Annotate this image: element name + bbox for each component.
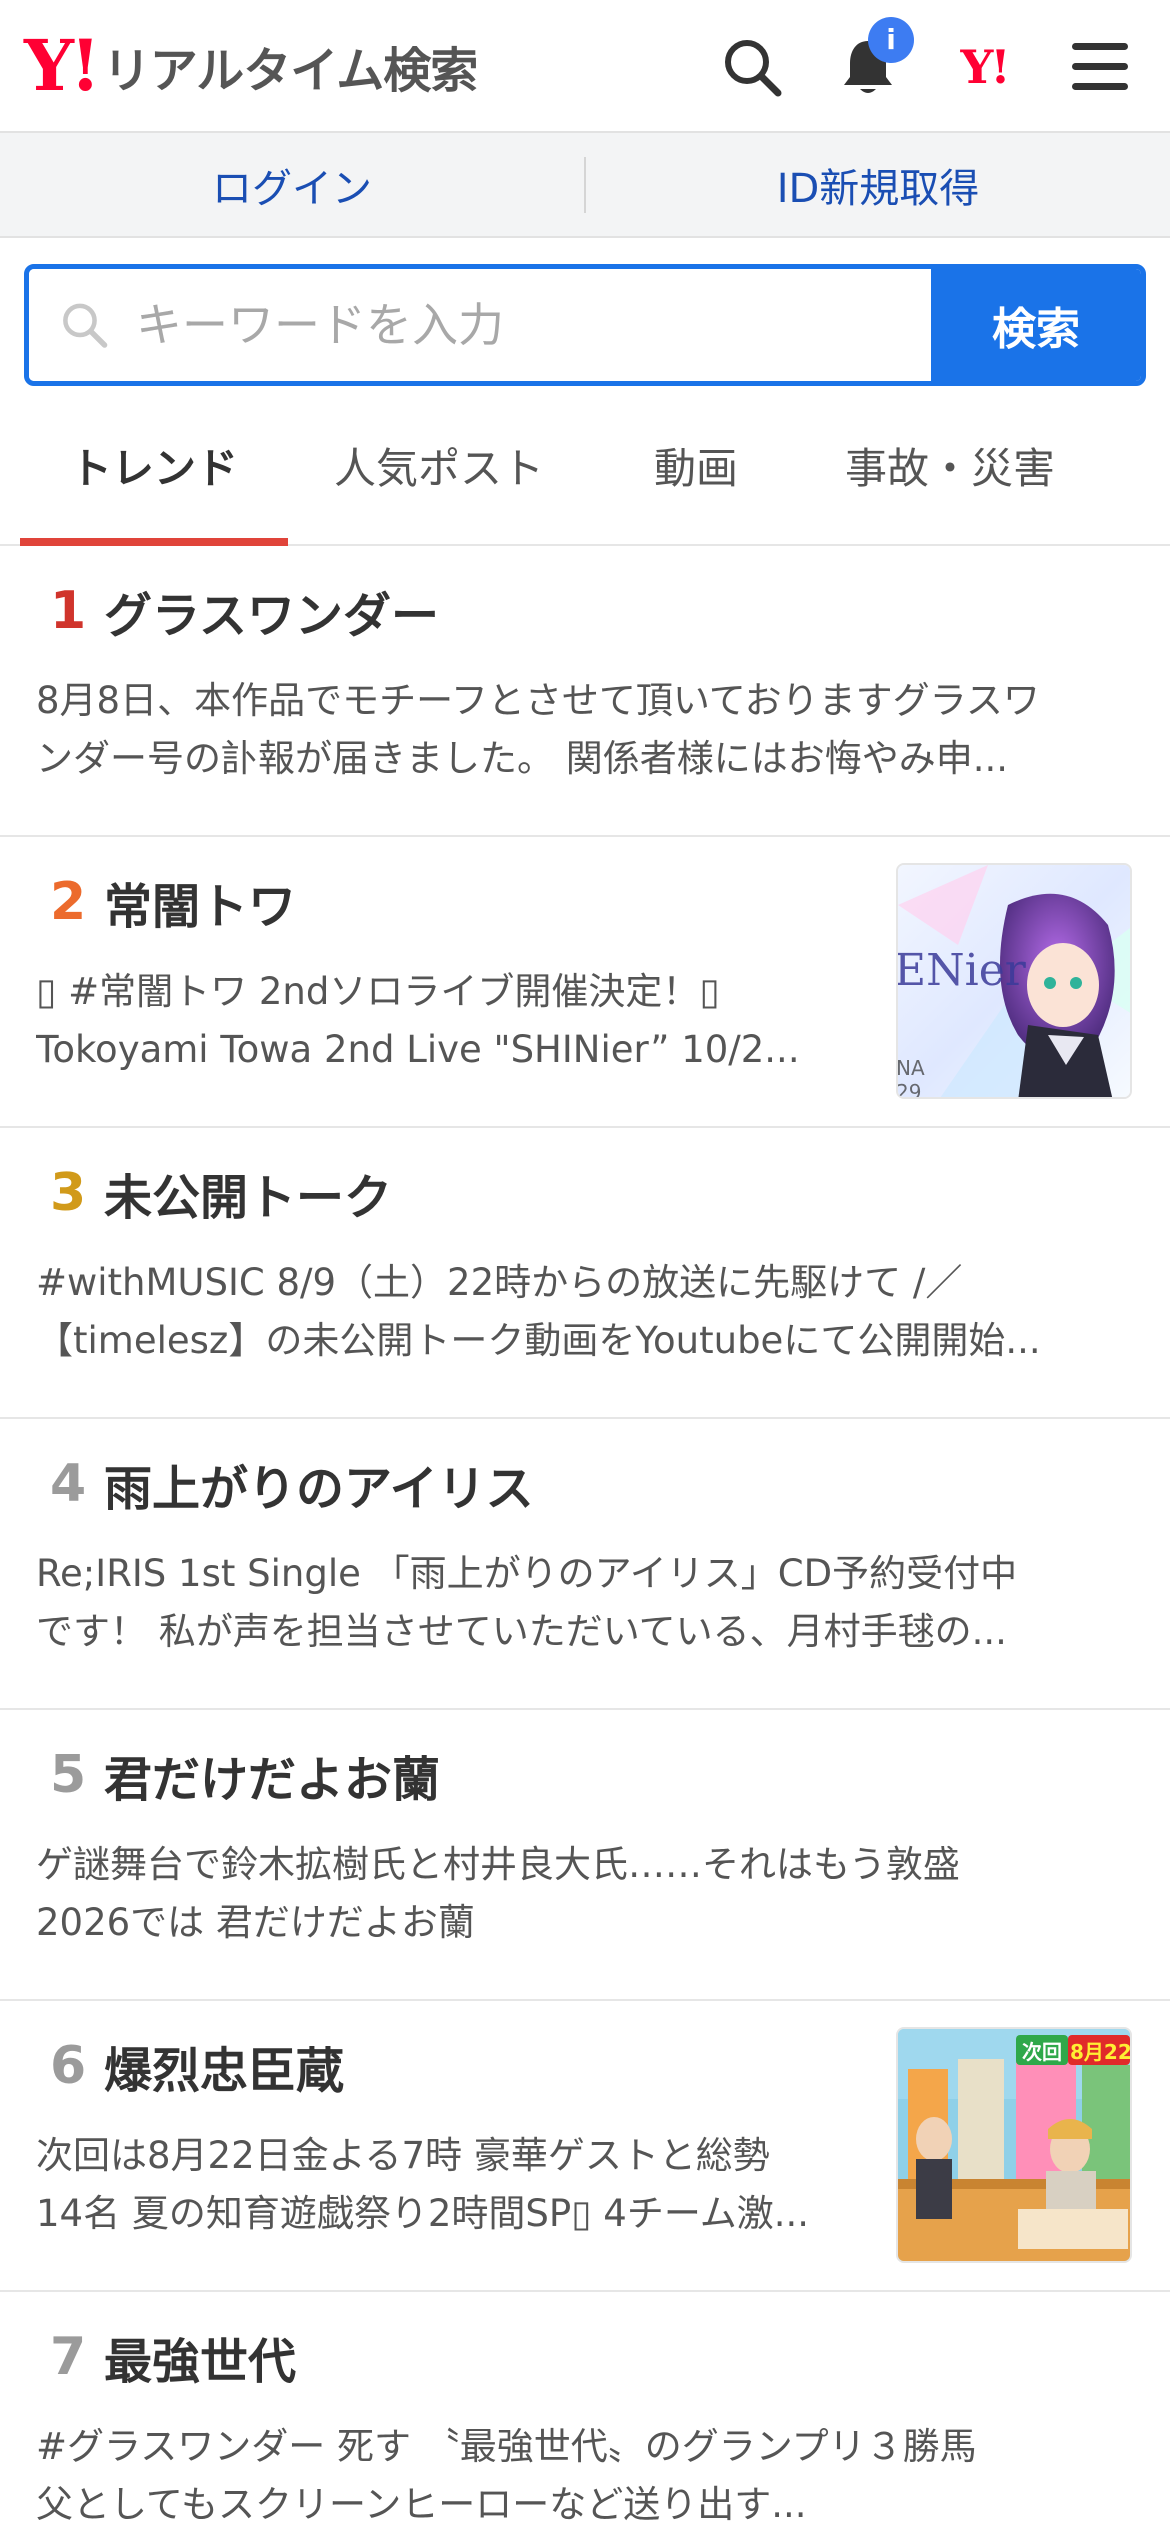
search-input[interactable] — [136, 298, 931, 352]
trend-title-row: 5 君だけだよお蘭 — [36, 1738, 1134, 1812]
trend-title[interactable]: 最強世代 — [104, 2322, 296, 2392]
rank-number: 3 — [50, 1163, 87, 1223]
list-item[interactable]: 6 爆烈忠臣蔵 次回は8月22日金よる7時 豪華ゲストと総勢 14名 夏の知育遊… — [0, 2001, 1170, 2292]
trend-list: 1 グラスワンダー 8月8日、本作品でモチーフとさせて頂いておりますグラスワ ン… — [0, 546, 1170, 2532]
trend-title[interactable]: グラスワンダー — [104, 576, 439, 646]
search-field[interactable] — [29, 269, 931, 381]
bell-icon[interactable]: i — [828, 16, 914, 107]
trend-snippet: Re;IRIS 1st Single 「雨上がりのアイリス」CD予約受付中 です… — [36, 1545, 1134, 1661]
trend-title[interactable]: 君だけだよお蘭 — [104, 1740, 440, 1810]
snippet-line: #グラスワンダー 死す 〝最強世代〟のグランプリ３勝馬 — [36, 2425, 977, 2468]
search-area: 検索 — [0, 238, 1170, 386]
snippet-line: ▯ #常闇トワ 2ndソロライブ開催決定！▯ — [36, 970, 720, 1013]
trend-title-row: 3 未公開トーク — [36, 1156, 1134, 1230]
search-field-icon — [63, 303, 108, 348]
rank-number: 4 — [50, 1454, 87, 1514]
tab-videos[interactable]: 動画 — [590, 386, 802, 544]
yahoo-logo-mark: Y! — [24, 23, 101, 107]
tab-accidents-disasters[interactable]: 事故・災害 — [802, 386, 1098, 544]
svg-text:NA: NA — [898, 1056, 925, 1080]
snippet-line: 14名 夏の知育遊戯祭り2時間SP▯ 4チーム激... — [36, 2192, 810, 2235]
rank-number: 5 — [50, 1745, 87, 1805]
tab-popular-posts[interactable]: 人気ポスト — [288, 386, 590, 544]
trend-title[interactable]: 常闇トワ — [104, 867, 296, 937]
search-icon[interactable] — [712, 27, 792, 107]
list-item[interactable]: 3 未公開トーク #withMUSIC 8/9（土）22時からの放送に先駆けて … — [0, 1128, 1170, 1419]
snippet-line: Tokoyami Towa 2nd Live "SHINier” 10/2... — [36, 1028, 800, 1071]
svg-text:29: 29 — [898, 1080, 921, 1099]
trend-snippet: ゲ謎舞台で鈴木拡樹氏と村井良大氏……それはもう敦盛 2026では 君だけだよお蘭 — [36, 1836, 1134, 1952]
snippet-line: です！ 私が声を担当させていただいている、月村手毬の... — [36, 1610, 1007, 1653]
trend-snippet: #withMUSIC 8/9（土）22時からの放送に先駆けて /／ 【timel… — [36, 1254, 1134, 1370]
search-button[interactable]: 検索 — [931, 269, 1141, 381]
trend-snippet: 次回は8月22日金よる7時 豪華ゲストと総勢 14名 夏の知育遊戯祭り2時間SP… — [36, 2127, 864, 2243]
register-link[interactable]: ID新規取得 — [586, 156, 1170, 214]
header-actions: i Y! — [676, 0, 1140, 133]
trend-thumbnail[interactable]: ENier NA 29 — [896, 863, 1132, 1099]
thumb-caption-next: 次回 — [1022, 2040, 1062, 2064]
snippet-line: #withMUSIC 8/9（土）22時からの放送に先駆けて /／ — [36, 1261, 963, 1304]
rank-number: 7 — [50, 2327, 87, 2387]
thumb-caption-date: 8月22日 — [1070, 2040, 1132, 2064]
category-tabs: トレンド 人気ポスト 動画 事故・災害 — [0, 386, 1170, 546]
snippet-line: 父としてもスクリーンヒーローなど送り出す... — [36, 2483, 807, 2526]
snippet-line: 次回は8月22日金よる7時 豪華ゲストと総勢 — [36, 2134, 770, 2177]
list-item[interactable]: 2 常闇トワ ▯ #常闇トワ 2ndソロライブ開催決定！▯ Tokoyami T… — [0, 837, 1170, 1128]
rank-number: 1 — [50, 581, 87, 641]
snippet-line: 8月8日、本作品でモチーフとさせて頂いておりますグラスワ — [36, 679, 1040, 722]
tab-trend[interactable]: トレンド — [20, 386, 288, 546]
login-link[interactable]: ログイン — [0, 156, 584, 214]
menu-icon[interactable] — [1060, 27, 1140, 107]
rank-number: 2 — [50, 872, 87, 932]
snippet-line: ゲ謎舞台で鈴木拡樹氏と村井良大氏……それはもう敦盛 — [36, 1843, 960, 1886]
list-item[interactable]: 1 グラスワンダー 8月8日、本作品でモチーフとさせて頂いておりますグラスワ ン… — [0, 546, 1170, 837]
trend-title-row: 1 グラスワンダー — [36, 574, 1134, 648]
svg-text:ENier: ENier — [898, 945, 1027, 996]
trend-title[interactable]: 未公開トーク — [104, 1158, 392, 1228]
yahoo-logo-icon[interactable]: Y! — [944, 27, 1024, 107]
snippet-line: ンダー号の訃報が届きました。 関係者様にはお悔やみ申... — [36, 737, 1009, 780]
auth-bar: ログイン ID新規取得 — [0, 133, 1170, 238]
trend-snippet: ▯ #常闇トワ 2ndソロライブ開催決定！▯ Tokoyami Towa 2nd… — [36, 963, 864, 1079]
rank-number: 6 — [50, 2036, 87, 2096]
snippet-line: 2026では 君だけだよお蘭 — [36, 1901, 475, 1944]
list-item[interactable]: 7 最強世代 #グラスワンダー 死す 〝最強世代〟のグランプリ３勝馬 父としても… — [0, 2292, 1170, 2532]
trend-snippet: 8月8日、本作品でモチーフとさせて頂いておりますグラスワ ンダー号の訃報が届きま… — [36, 672, 1134, 788]
trend-title[interactable]: 雨上がりのアイリス — [104, 1449, 534, 1519]
trend-thumbnail[interactable]: 次回 8月22日 — [896, 2027, 1132, 2263]
list-item[interactable]: 5 君だけだよお蘭 ゲ謎舞台で鈴木拡樹氏と村井良大氏……それはもう敦盛 2026… — [0, 1710, 1170, 2001]
realtime-search-logo[interactable]: Y! リアルタイム検索 — [24, 23, 479, 107]
trend-title[interactable]: 爆烈忠臣蔵 — [104, 2031, 344, 2101]
list-item[interactable]: 4 雨上がりのアイリス Re;IRIS 1st Single 「雨上がりのアイリ… — [0, 1419, 1170, 1710]
yahoo-mark-text: Y! — [960, 39, 1010, 94]
app-header: Y! リアルタイム検索 i Y! — [0, 0, 1170, 133]
search-box: 検索 — [24, 264, 1146, 386]
trend-title-row: 7 最強世代 — [36, 2320, 1134, 2394]
logo-text: リアルタイム検索 — [102, 42, 479, 99]
snippet-line: Re;IRIS 1st Single 「雨上がりのアイリス」CD予約受付中 — [36, 1552, 1018, 1595]
trend-title-row: 4 雨上がりのアイリス — [36, 1447, 1134, 1521]
snippet-line: 【timelesz】の未公開トーク動画をYoutubeにて公開開始... — [36, 1319, 1041, 1362]
notification-badge: i — [868, 16, 914, 63]
trend-snippet: #グラスワンダー 死す 〝最強世代〟のグランプリ３勝馬 父としてもスクリーンヒー… — [36, 2418, 1134, 2532]
